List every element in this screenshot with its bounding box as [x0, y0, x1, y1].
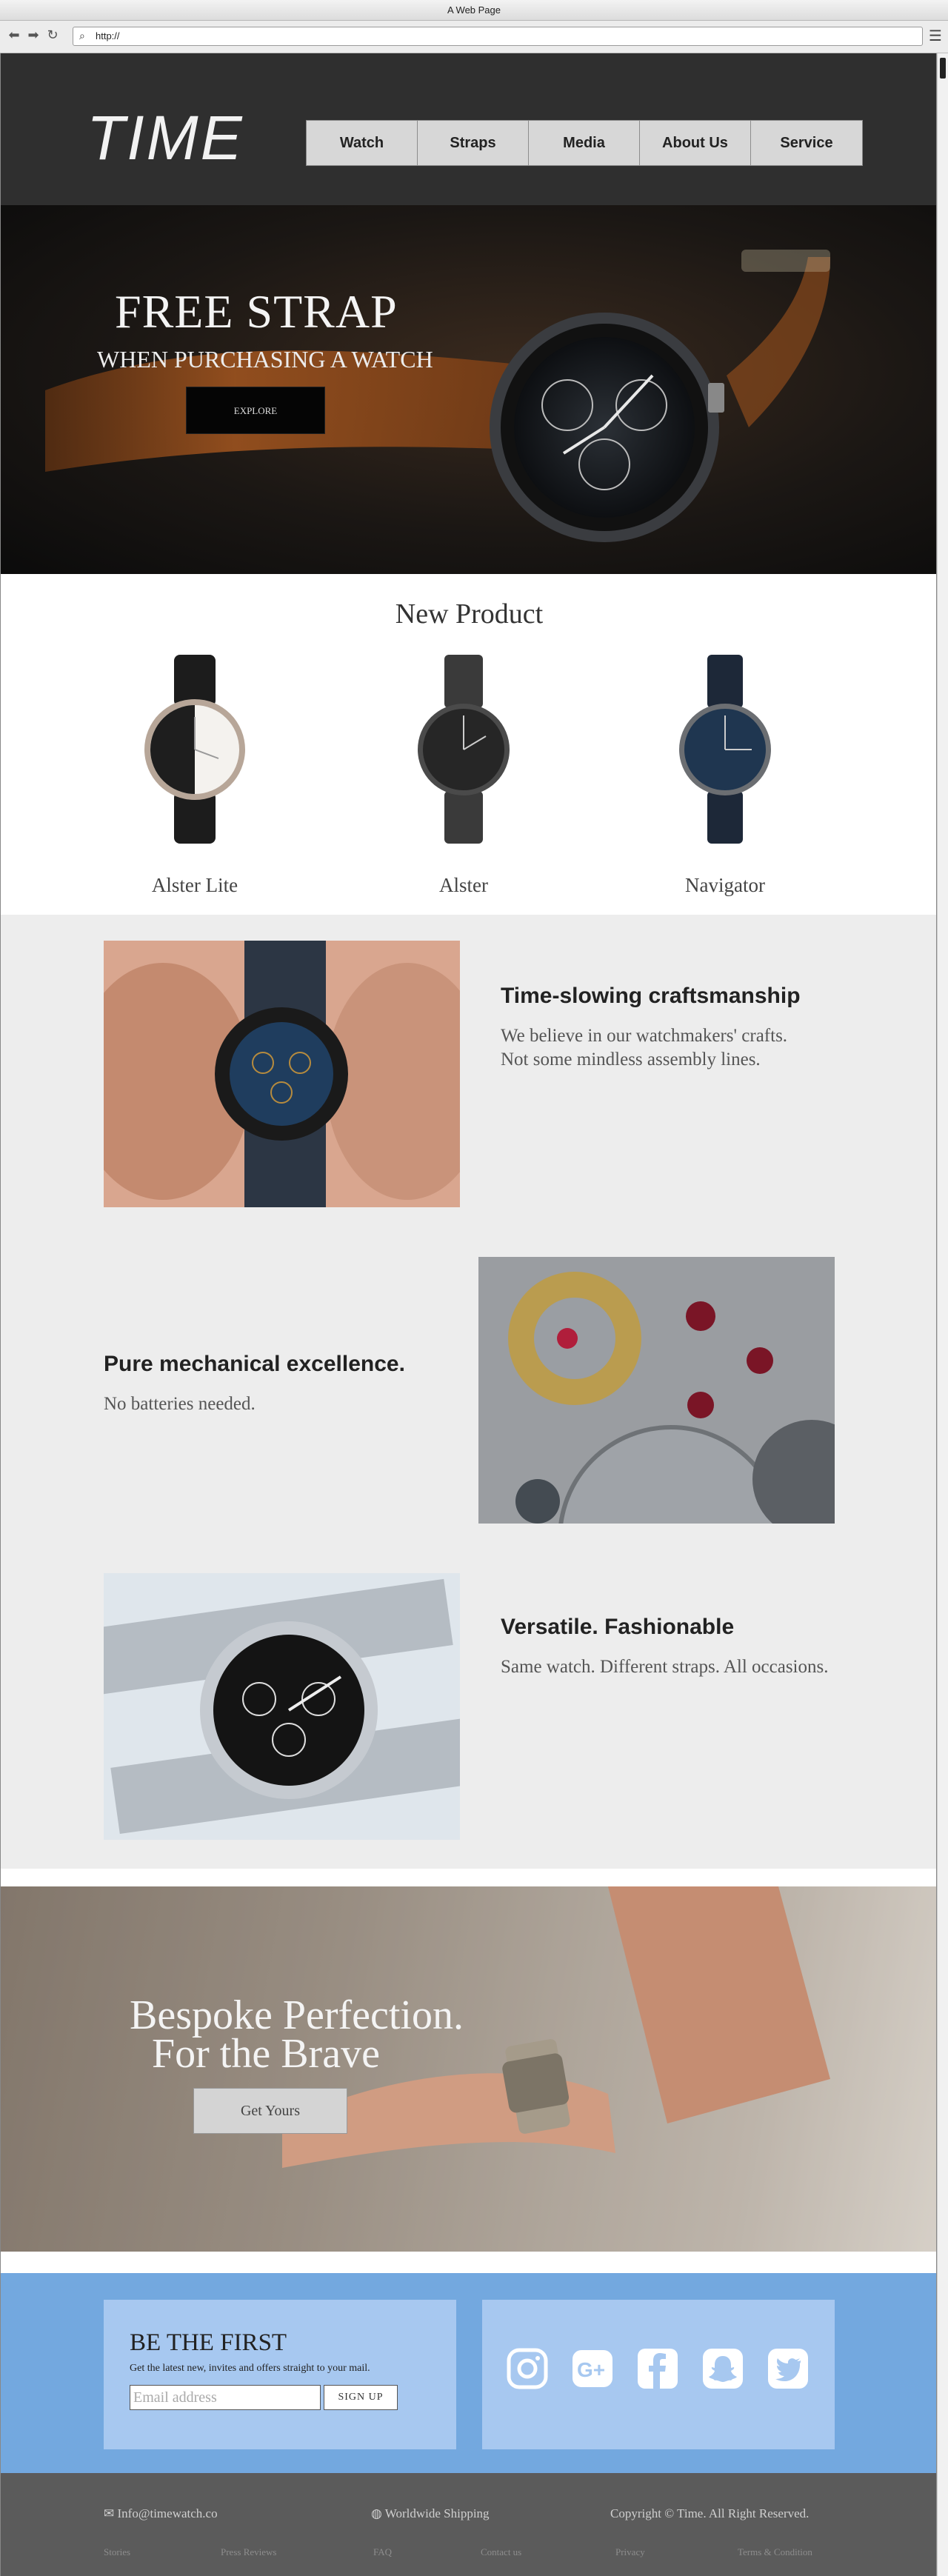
newsletter-title: BE THE FIRST: [130, 2329, 287, 2356]
site-footer: ✉ Info@timewatch.co ◍ Worldwide Shipping…: [1, 2473, 936, 2576]
get-yours-button[interactable]: Get Yours: [193, 2088, 347, 2134]
newsletter-section: BE THE FIRST Get the latest new, invites…: [1, 2273, 936, 2473]
bespoke-line-1: Bespoke Perfection.: [130, 1992, 464, 2038]
bespoke-title: Bespoke Perfection. For the Brave: [130, 1992, 464, 2077]
nav-watch[interactable]: Watch: [307, 121, 418, 165]
nav-media[interactable]: Media: [529, 121, 640, 165]
back-arrow-icon[interactable]: ⬅: [6, 27, 22, 44]
product-image-alster-lite: [144, 655, 245, 844]
search-icon: ⌕: [79, 30, 85, 42]
hero-watch-image: [45, 250, 830, 542]
snapchat-icon[interactable]: [701, 2347, 744, 2390]
site-header: TIME Watch Straps Media About Us Service: [1, 53, 936, 205]
browser-toolbar: ⬅ ➡ ↻ ⌕ http:// ☰: [0, 21, 948, 53]
footer-link-privacy[interactable]: Privacy: [615, 2547, 645, 2557]
feature-text: Not some mindless assembly lines.: [501, 1050, 761, 1070]
footer-link-faq[interactable]: FAQ: [373, 2547, 392, 2557]
footer-email-text: Info@timewatch.co: [117, 2506, 218, 2520]
nav-straps[interactable]: Straps: [418, 121, 529, 165]
feature-text: No batteries needed.: [104, 1394, 256, 1414]
footer-shipping: ◍ Worldwide Shipping: [371, 2507, 490, 2520]
main-nav: Watch Straps Media About Us Service: [306, 120, 863, 166]
facebook-icon[interactable]: [636, 2347, 679, 2390]
feature-image-hands-watch: [104, 941, 460, 1207]
sign-up-button[interactable]: SIGN UP: [324, 2385, 398, 2410]
nav-service[interactable]: Service: [751, 121, 862, 165]
twitter-icon[interactable]: [767, 2347, 810, 2390]
new-product-title: New Product: [395, 598, 544, 630]
footer-link-stories[interactable]: Stories: [104, 2547, 130, 2557]
hero-banner: FREE STRAP WHEN PURCHASING A WATCH EXPLO…: [1, 205, 936, 574]
product-card[interactable]: Alster: [360, 655, 567, 895]
explore-button[interactable]: EXPLORE: [186, 387, 325, 434]
window-title: A Web Page: [0, 0, 948, 21]
address-text: http://: [96, 30, 120, 41]
newsletter-text: Get the latest new, invites and offers s…: [130, 2363, 370, 2374]
features-section: Time-slowing craftsmanship We believe in…: [1, 915, 936, 1869]
browser-menu-icon[interactable]: ☰: [927, 27, 944, 44]
feature-title: Pure mechanical excellence.: [104, 1352, 405, 1376]
google-plus-icon[interactable]: G+: [571, 2347, 614, 2390]
product-name: Alster: [439, 874, 488, 896]
site-logo[interactable]: TIME: [87, 107, 244, 169]
address-bar[interactable]: ⌕ http://: [73, 27, 923, 46]
nav-about-us[interactable]: About Us: [640, 121, 751, 165]
footer-copyright: Copyright © Time. All Right Reserved.: [610, 2506, 810, 2520]
feature-text: We believe in our watchmakers' crafts.: [501, 1026, 788, 1046]
feature-image-steel-watch: [104, 1573, 460, 1840]
product-name: Navigator: [685, 874, 765, 896]
hero-subtitle: WHEN PURCHASING A WATCH: [97, 346, 433, 373]
email-field[interactable]: Email address: [130, 2385, 321, 2410]
product-image-alster: [418, 655, 510, 844]
globe-icon: ◍: [371, 2506, 385, 2520]
mail-icon: ✉: [104, 2506, 118, 2520]
footer-link-press-reviews[interactable]: Press Reviews: [221, 2547, 276, 2557]
newsletter-box: BE THE FIRST Get the latest new, invites…: [104, 2300, 456, 2449]
forward-arrow-icon[interactable]: ➡: [25, 27, 41, 44]
product-card[interactable]: Navigator: [621, 655, 829, 895]
product-image-navigator: [679, 655, 771, 844]
bespoke-line-2: For the Brave: [152, 2031, 380, 2077]
footer-email[interactable]: ✉ Info@timewatch.co: [104, 2507, 218, 2520]
product-card[interactable]: Alster Lite: [91, 655, 298, 895]
svg-text:G+: G+: [577, 2358, 605, 2381]
bespoke-banner: Bespoke Perfection. For the Brave Get Yo…: [1, 1886, 936, 2252]
social-box: G+: [482, 2300, 835, 2449]
feature-title: Versatile. Fashionable: [501, 1615, 735, 1639]
hero-title: FREE STRAP: [115, 285, 398, 338]
footer-link-contact-us[interactable]: Contact us: [481, 2547, 521, 2557]
product-name: Alster Lite: [151, 874, 238, 896]
scrollbar[interactable]: [937, 53, 948, 2576]
instagram-icon[interactable]: [506, 2347, 549, 2390]
social-links: G+: [506, 2347, 810, 2390]
footer-link-terms[interactable]: Terms & Condition: [738, 2547, 812, 2557]
scrollbar-thumb[interactable]: [940, 58, 946, 79]
page-viewport: TIME Watch Straps Media About Us Service: [0, 53, 937, 2576]
feature-text: Same watch. Different straps. All occasi…: [501, 1657, 829, 1677]
footer-shipping-text: Worldwide Shipping: [384, 2506, 490, 2520]
feature-image-watch-movement: [478, 1257, 835, 1524]
reload-icon[interactable]: ↻: [44, 27, 61, 44]
feature-title: Time-slowing craftsmanship: [501, 984, 801, 1008]
